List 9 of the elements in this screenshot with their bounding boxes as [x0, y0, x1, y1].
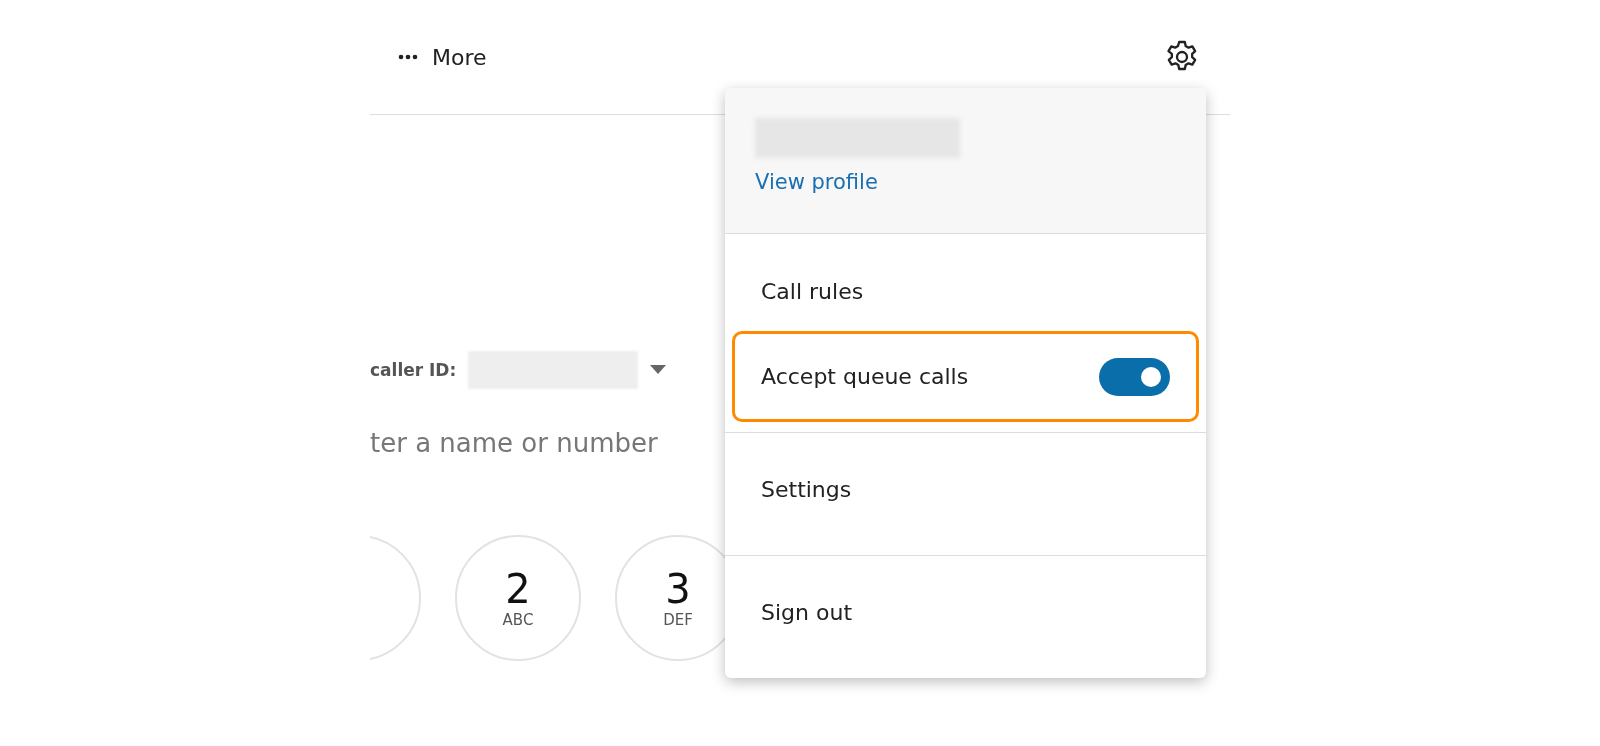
- dial-key[interactable]: 2 ABC: [455, 535, 581, 661]
- caret-icon[interactable]: [650, 365, 667, 375]
- toggle-switch[interactable]: [1099, 357, 1170, 396]
- view-profile-link[interactable]: View profile: [755, 170, 878, 194]
- menu-item[interactable]: Call rules: [732, 251, 1199, 331]
- more-dots-icon: [398, 54, 418, 60]
- caller-id-label: caller ID:: [370, 360, 457, 380]
- more-button[interactable]: More: [398, 44, 487, 70]
- menu-item[interactable]: Accept queue calls: [732, 331, 1199, 422]
